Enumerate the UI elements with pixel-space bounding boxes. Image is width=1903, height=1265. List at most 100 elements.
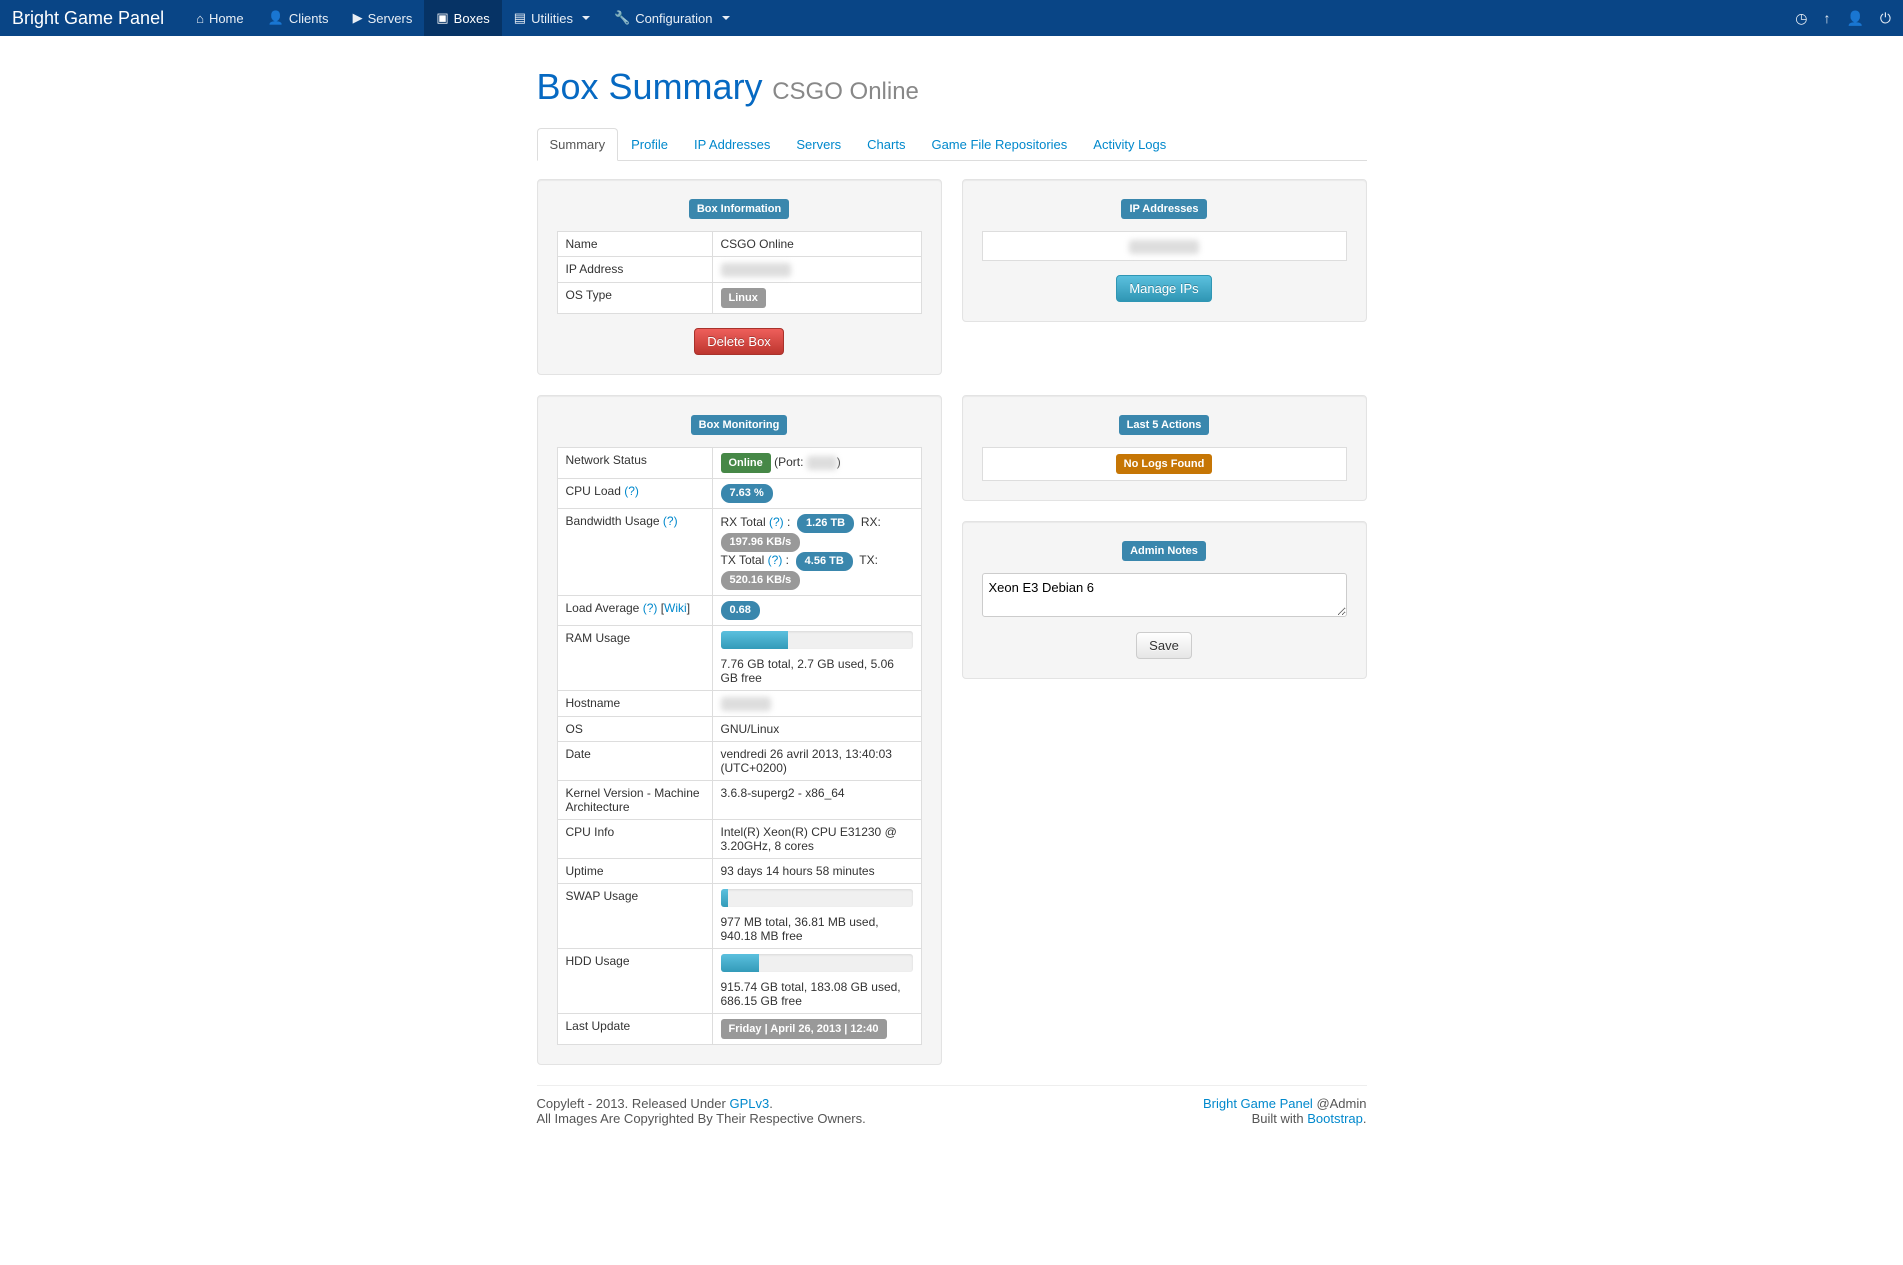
page-subtitle: CSGO Online	[772, 78, 919, 105]
tx-help[interactable]: (?)	[768, 553, 783, 567]
kernel-label: Kernel Version - Machine Architecture	[557, 780, 712, 819]
uptime-value: 93 days 14 hours 58 minutes	[712, 858, 921, 883]
bandwidth-value: RX Total (?) : 1.26 TB RX: 197.96 KB/s T…	[712, 508, 921, 595]
ip-heading: IP Addresses	[1121, 199, 1206, 219]
bandwidth-help[interactable]: (?)	[663, 514, 678, 528]
footer-separator	[537, 1085, 1367, 1086]
delete-box-button[interactable]: Delete Box	[694, 328, 784, 355]
uptime-label: Uptime	[557, 858, 712, 883]
page-header: Box Summary CSGO Online	[537, 66, 1367, 108]
gpl-link[interactable]: GPLv3	[729, 1096, 769, 1111]
last-actions-panel: Last 5 Actions No Logs Found	[962, 395, 1367, 501]
os-type-badge: Linux	[721, 288, 766, 308]
wrench-icon: 🔧	[614, 10, 630, 26]
hdd-label: HDD Usage	[557, 948, 712, 1013]
box-info-table: Name CSGO Online IP Address OS Type Linu…	[557, 231, 922, 314]
last-update-badge: Friday | April 26, 2013 | 12:40	[721, 1019, 887, 1039]
nav-right: ◷ ↑ 👤 ⏻	[1795, 10, 1891, 27]
notes-textarea[interactable]	[982, 573, 1347, 617]
network-status-label: Network Status	[557, 447, 712, 478]
load-avg-value: 0.68	[712, 595, 921, 625]
hdd-progress-bar	[721, 954, 759, 972]
last-update-label: Last Update	[557, 1013, 712, 1044]
nav-utilities[interactable]: ▤ Utilities	[502, 0, 602, 36]
tab-charts[interactable]: Charts	[854, 128, 918, 161]
tab-repos[interactable]: Game File Repositories	[918, 128, 1080, 161]
cpu-load-help[interactable]: (?)	[624, 484, 639, 498]
ram-progress-bar	[721, 631, 788, 649]
ram-progress	[721, 631, 913, 649]
home-icon: ⌂	[196, 11, 204, 26]
brand-link[interactable]: Bright Game Panel	[12, 8, 164, 29]
footer-right: Bright Game Panel @Admin Built with Boot…	[1203, 1096, 1367, 1126]
nav-boxes[interactable]: ▣Boxes	[424, 0, 501, 36]
cpu-info-value: Intel(R) Xeon(R) CPU E31230 @ 3.20GHz, 8…	[712, 819, 921, 858]
port-blur	[807, 456, 837, 470]
swap-value: 977 MB total, 36.81 MB used, 940.18 MB f…	[712, 883, 921, 948]
monitoring-heading: Box Monitoring	[691, 415, 788, 435]
footer: Copyleft - 2013. Released Under GPLv3. A…	[537, 1096, 1367, 1126]
notes-heading: Admin Notes	[1122, 541, 1206, 561]
monitoring-table: Network Status Online (Port: ) CPU Load …	[557, 447, 922, 1045]
actions-row: No Logs Found	[982, 447, 1347, 481]
ram-value: 7.76 GB total, 2.7 GB used, 5.06 GB free	[712, 625, 921, 690]
last-update-value: Friday | April 26, 2013 | 12:40	[712, 1013, 921, 1044]
nav-home-label: Home	[209, 11, 244, 26]
rx-help[interactable]: (?)	[769, 515, 784, 529]
nav-servers-label: Servers	[368, 11, 413, 26]
online-badge: Online	[721, 453, 771, 473]
hostname-value	[712, 690, 921, 716]
ip-addresses-panel: IP Addresses Manage IPs	[962, 179, 1367, 322]
name-label: Name	[557, 232, 712, 257]
date-value: vendredi 26 avril 2013, 13:40:03 (UTC+02…	[712, 741, 921, 780]
tx-badge: 520.16 KB/s	[721, 571, 801, 590]
tabs: Summary Profile IP Addresses Servers Cha…	[537, 128, 1367, 161]
nav-main: ⌂ Home 👤Clients ▶Servers ▣Boxes ▤ Utilitie…	[184, 0, 741, 36]
nav-home[interactable]: ⌂ Home	[184, 0, 256, 36]
hdd-text: 915.74 GB total, 183.08 GB used, 686.15 …	[721, 980, 913, 1008]
nav-upload-icon[interactable]: ↑	[1823, 10, 1830, 27]
load-avg-wiki-link[interactable]: Wiki	[664, 601, 687, 615]
panel-link[interactable]: Bright Game Panel	[1203, 1096, 1313, 1111]
tab-summary[interactable]: Summary	[537, 128, 619, 161]
kernel-value: 3.6.8-superg2 - x86_64	[712, 780, 921, 819]
save-notes-button[interactable]: Save	[1136, 632, 1192, 659]
caret-icon	[722, 16, 730, 20]
nav-user-icon[interactable]: 👤	[1846, 10, 1863, 27]
ram-text: 7.76 GB total, 2.7 GB used, 5.06 GB free	[721, 657, 913, 685]
box-info-panel: Box Information Name CSGO Online IP Addr…	[537, 179, 942, 375]
tab-ip-addresses[interactable]: IP Addresses	[681, 128, 783, 161]
nav-utilities-label: Utilities	[531, 11, 573, 26]
footer-built: Built with	[1252, 1111, 1308, 1126]
box-info-heading: Box Information	[689, 199, 789, 219]
hdd-icon: ▣	[436, 10, 448, 26]
footer-images: All Images Are Copyrighted By Their Resp…	[537, 1111, 866, 1126]
date-label: Date	[557, 741, 712, 780]
nav-power-icon[interactable]: ⏻	[1880, 10, 1891, 27]
manage-ips-button[interactable]: Manage IPs	[1116, 275, 1211, 302]
actions-heading: Last 5 Actions	[1119, 415, 1210, 435]
nav-time-icon[interactable]: ◷	[1795, 10, 1807, 27]
hdd-value: 915.74 GB total, 183.08 GB used, 686.15 …	[712, 948, 921, 1013]
nav-clients[interactable]: 👤Clients	[256, 0, 341, 36]
os-label: OS	[557, 716, 712, 741]
swap-label: SWAP Usage	[557, 883, 712, 948]
footer-admin: @Admin	[1313, 1096, 1367, 1111]
tab-activity[interactable]: Activity Logs	[1080, 128, 1179, 161]
hostname-label: Hostname	[557, 690, 712, 716]
swap-text: 977 MB total, 36.81 MB used, 940.18 MB f…	[721, 915, 913, 943]
load-avg-label: Load Average (?) [Wiki]	[557, 595, 712, 625]
load-avg-help[interactable]: (?)	[643, 601, 658, 615]
tab-servers[interactable]: Servers	[783, 128, 854, 161]
nav-configuration[interactable]: 🔧Configuration	[602, 0, 742, 36]
bootstrap-link[interactable]: Bootstrap	[1307, 1111, 1363, 1126]
footer-left: Copyleft - 2013. Released Under GPLv3. A…	[537, 1096, 866, 1126]
user-icon: 👤	[268, 10, 284, 26]
box-monitoring-panel: Box Monitoring Network Status Online (Po…	[537, 395, 942, 1065]
tab-profile[interactable]: Profile	[618, 128, 681, 161]
ram-label: RAM Usage	[557, 625, 712, 690]
cpu-load-value: 7.63 %	[712, 478, 921, 508]
network-status-value: Online (Port: )	[712, 447, 921, 478]
nav-servers[interactable]: ▶Servers	[341, 0, 425, 36]
briefcase-icon: ▤	[514, 10, 526, 26]
